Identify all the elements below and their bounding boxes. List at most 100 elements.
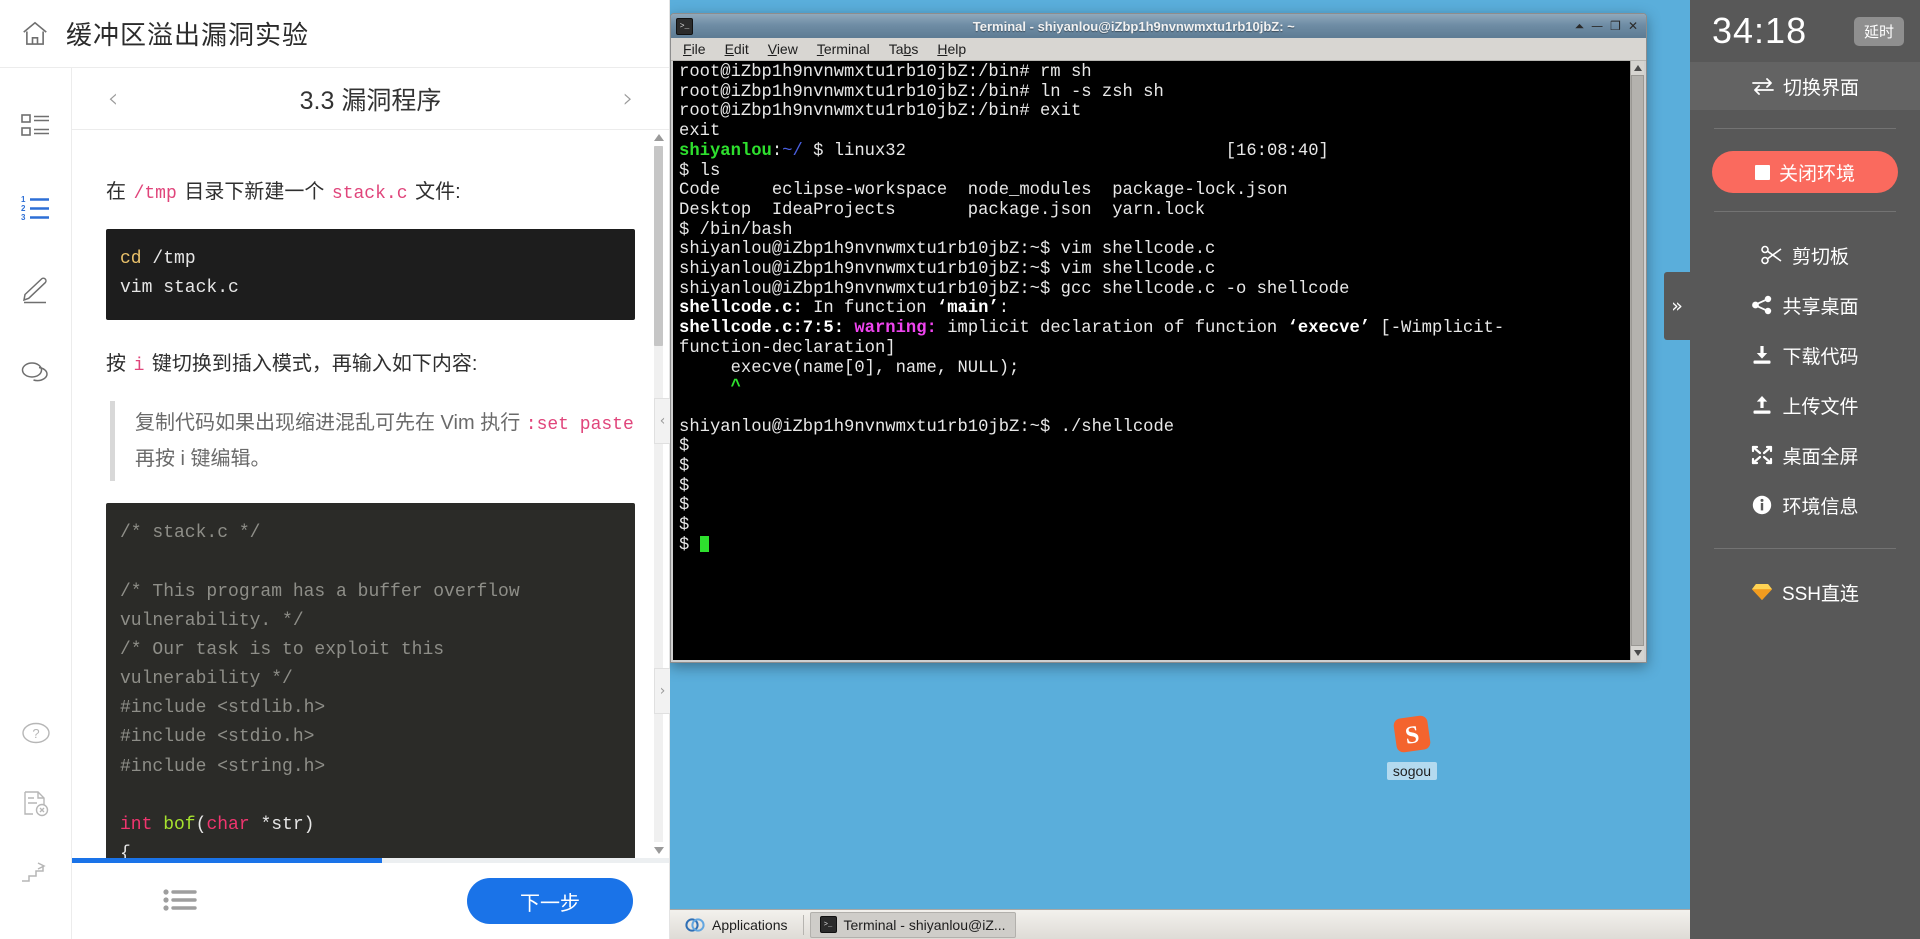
steps-icon[interactable] — [14, 851, 58, 895]
close-environment-button[interactable]: 关闭环境 — [1712, 151, 1898, 193]
text: 目录下新建一个 — [178, 181, 330, 203]
terminal-titlebar[interactable]: >_ Terminal - shiyanlou@iZbp1h9nvnwmxtu1… — [671, 14, 1646, 38]
doc-content-scroll[interactable]: 在 /tmp 目录下新建一个 stack.c 文件: cd /tmp vim s… — [72, 130, 669, 858]
terminal-icon: >_ — [676, 17, 693, 35]
home-icon[interactable] — [18, 17, 52, 51]
terminal-line: Code eclipse-workspace node_modules pack… — [679, 181, 1630, 201]
sogou-icon[interactable]: S sogou — [1375, 708, 1449, 781]
sidebar-item-label: 上传文件 — [1782, 396, 1859, 418]
code-token-int: int — [120, 814, 153, 835]
terminal-scrollbar-thumb[interactable] — [1631, 75, 1644, 646]
doc-expand-handle[interactable]: › — [654, 668, 670, 714]
countdown-timer: 34:18 — [1712, 10, 1808, 51]
sidebar-item-clipboard[interactable]: 剪切板 — [1690, 230, 1920, 280]
inline-code-i: i — [133, 355, 145, 376]
scroll-down-arrow[interactable] — [652, 843, 665, 858]
terminal-text: $ linux32 — [802, 141, 906, 161]
terminal-text: $ /bin/bash — [679, 220, 793, 240]
code-comment: /* Our task is to exploit this — [120, 639, 445, 660]
help-icon[interactable]: ? — [14, 711, 58, 755]
sidebar-item-catalog[interactable] — [14, 104, 58, 148]
next-step-button[interactable]: 下一步 — [467, 878, 633, 924]
code-include: #include <stdlib.h> — [120, 698, 326, 719]
terminal-scrollbar[interactable] — [1630, 61, 1644, 660]
terminal-line: shiyanlou@iZbp1h9nvnwmxtu1rb10jbZ:~$ ./s… — [679, 418, 1630, 438]
doc-scrollbar-thumb[interactable] — [654, 146, 663, 346]
terminal-text: root@iZbp1h9nvnwmxtu1rb10jbZ:/bin# ln -s… — [679, 82, 1164, 102]
sidebar-item-comments[interactable] — [14, 350, 58, 394]
desk-icon-label: sogou — [1386, 762, 1438, 780]
terminal-text: $ — [679, 476, 690, 496]
shade-button[interactable]: ⏶ — [1575, 20, 1585, 32]
menu-tabs[interactable]: Tabs — [889, 41, 919, 57]
terminal-window[interactable]: >_ Terminal - shiyanlou@iZbp1h9nvnwmxtu1… — [670, 13, 1647, 663]
switch-interface-button[interactable]: 切换界面 — [1690, 62, 1920, 110]
terminal-text: shiyanlou — [679, 141, 772, 161]
terminal-text: $ ls — [679, 161, 721, 181]
doc-collapse-handle[interactable]: ‹ — [654, 398, 670, 444]
terminal-icon: >_ — [819, 916, 837, 933]
terminal-text: warning: — [854, 319, 937, 339]
taskbar-separator — [802, 914, 804, 935]
report-issue-icon[interactable] — [14, 781, 58, 825]
terminal-text: : — [998, 299, 1010, 319]
menu-file[interactable]: File — [683, 41, 706, 57]
download-icon — [1751, 344, 1773, 366]
code-token-tmp: /tmp — [141, 249, 196, 270]
sidebar-item-notes[interactable] — [14, 268, 58, 312]
applications-icon — [685, 917, 705, 933]
sidebar-item-share-desktop[interactable]: 共享桌面 — [1690, 280, 1920, 330]
terminal-line: $ — [679, 535, 1630, 556]
menu-view[interactable]: View — [768, 41, 798, 57]
terminal-text: execve(name[0], name, NULL); — [679, 358, 1020, 378]
inline-code-tmp: /tmp — [133, 184, 177, 204]
menu-edit[interactable]: Edit — [725, 41, 749, 57]
terminal-body[interactable]: root@iZbp1h9nvnwmxtu1rb10jbZ:/bin# rm sh… — [671, 61, 1646, 662]
sidebar-item-download-code[interactable]: 下载代码 — [1690, 330, 1920, 380]
terminal-text: [16:08:40] — [905, 141, 1329, 161]
divider — [1714, 548, 1896, 549]
sogou-glyph: S — [1375, 708, 1449, 760]
doc-scrollbar-track[interactable] — [654, 146, 663, 842]
sidebar-item-label: SSH直连 — [1781, 583, 1860, 605]
document-panel: 缓冲区溢出漏洞实验 1 2 3 ? ‹ 3.3 漏洞程序 › 在 /tmp 目录… — [0, 0, 670, 939]
terminal-output[interactable]: root@iZbp1h9nvnwmxtu1rb10jbZ:/bin# rm sh… — [673, 61, 1630, 660]
environment-menu: 剪切板 共享桌面 下载代码 上传文件 桌面全屏 环境信息 — [1690, 230, 1920, 530]
sidebar-item-env-info[interactable]: 环境信息 — [1690, 480, 1920, 530]
sidebar-item-ssh[interactable]: SSH直连 — [1690, 567, 1920, 617]
terminal-line: function-declaration] — [679, 339, 1630, 359]
terminal-line: ^ — [679, 378, 1630, 398]
applications-menu-button[interactable]: Applications — [676, 912, 797, 938]
terminal-text: $ — [679, 496, 690, 516]
svg-text:1: 1 — [21, 195, 26, 204]
text: 复制代码如果出现缩进混乱可先在 Vim 执行 — [135, 411, 526, 434]
code-comment: /* stack.c */ — [120, 523, 261, 544]
doc-scrollbar[interactable] — [652, 130, 665, 858]
taskbar-window-terminal[interactable]: >_ Terminal - shiyanlou@iZ... — [809, 911, 1016, 938]
sidebar-item-label: 下载代码 — [1782, 346, 1859, 368]
terminal-scroll-down[interactable] — [1631, 646, 1644, 660]
code-token-bof: bof — [152, 814, 196, 835]
terminal-line: execve(name[0], name, NULL); — [679, 359, 1630, 379]
terminal-scroll-up[interactable] — [1631, 61, 1644, 75]
sidebar-collapse-button[interactable]: » — [1664, 272, 1690, 340]
menu-help[interactable]: Help — [937, 41, 966, 57]
terminal-scrollbar-track[interactable] — [1631, 75, 1644, 646]
maximize-button[interactable]: ❒ — [1610, 20, 1621, 32]
extend-time-button[interactable]: 延时 — [1853, 16, 1904, 46]
menu-terminal[interactable]: Terminal — [817, 41, 870, 57]
terminal-line: shiyanlou@iZbp1h9nvnwmxtu1rb10jbZ:~$ vim… — [679, 240, 1630, 260]
sidebar-item-fullscreen[interactable]: 桌面全屏 — [1690, 430, 1920, 480]
code-block-stack-c: /* stack.c */ /* This program has a buff… — [106, 503, 635, 858]
sidebar-item-upload-file[interactable]: 上传文件 — [1690, 380, 1920, 430]
list-icon[interactable] — [162, 886, 202, 916]
close-button[interactable]: ✕ — [1628, 20, 1638, 32]
sidebar-item-steps[interactable]: 1 2 3 — [14, 186, 58, 230]
terminal-line: root@iZbp1h9nvnwmxtu1rb10jbZ:/bin# ln -s… — [679, 83, 1630, 103]
prev-chapter-button[interactable]: ‹ — [96, 83, 130, 114]
next-chapter-button[interactable]: › — [611, 83, 645, 114]
remote-desktop[interactable]: S sogou >_ Terminal - shiyanlou@iZbp1h9n… — [670, 0, 1690, 939]
fullscreen-icon — [1751, 444, 1773, 466]
scroll-up-arrow[interactable] — [652, 130, 665, 145]
minimize-button[interactable]: — — [1591, 20, 1603, 32]
